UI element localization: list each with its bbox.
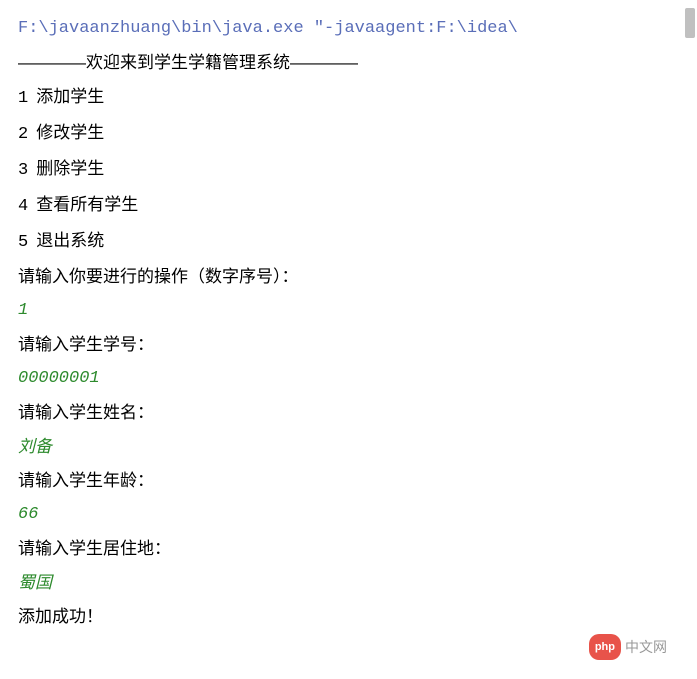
prompt-student-addr: 请输入学生居住地：: [18, 532, 679, 566]
prompt-choose: 请输入你要进行的操作（数字序号）：: [18, 260, 679, 294]
prompt-student-name: 请输入学生姓名：: [18, 396, 679, 430]
input-student-age: 66: [18, 498, 679, 532]
prompt-student-id: 请输入学生学号：: [18, 328, 679, 362]
menu-item-edit: 2 修改学生: [18, 116, 679, 152]
input-student-addr: 蜀国: [18, 566, 679, 600]
menu-label: 删除学生: [36, 159, 104, 178]
menu-label: 查看所有学生: [36, 195, 138, 214]
menu-item-delete: 3 删除学生: [18, 152, 679, 188]
prompt-student-age: 请输入学生年龄：: [18, 464, 679, 498]
input-student-id: 00000001: [18, 362, 679, 396]
menu-item-exit: 5 退出系统: [18, 224, 679, 260]
watermark-text: 中文网: [625, 633, 667, 661]
menu-label: 添加学生: [36, 87, 104, 106]
menu-num: 2: [18, 125, 28, 144]
input-choice: 1: [18, 294, 679, 328]
menu-num: 5: [18, 233, 28, 252]
menu-label: 修改学生: [36, 123, 104, 142]
input-student-name: 刘备: [18, 430, 679, 464]
menu-item-view: 4 查看所有学生: [18, 188, 679, 224]
watermark: php 中文网: [589, 633, 667, 661]
watermark-badge: php: [589, 634, 621, 660]
welcome-header: ————欢迎来到学生学籍管理系统————: [18, 46, 679, 80]
command-line: F:\javaanzhuang\bin\java.exe "-javaagent…: [18, 12, 679, 46]
result-message: 添加成功！: [18, 600, 679, 634]
menu-num: 1: [18, 89, 28, 108]
menu-num: 3: [18, 161, 28, 180]
menu-num: 4: [18, 197, 28, 216]
menu-label: 退出系统: [36, 231, 104, 250]
scrollbar-thumb[interactable]: [685, 8, 695, 38]
menu-item-add: 1 添加学生: [18, 80, 679, 116]
